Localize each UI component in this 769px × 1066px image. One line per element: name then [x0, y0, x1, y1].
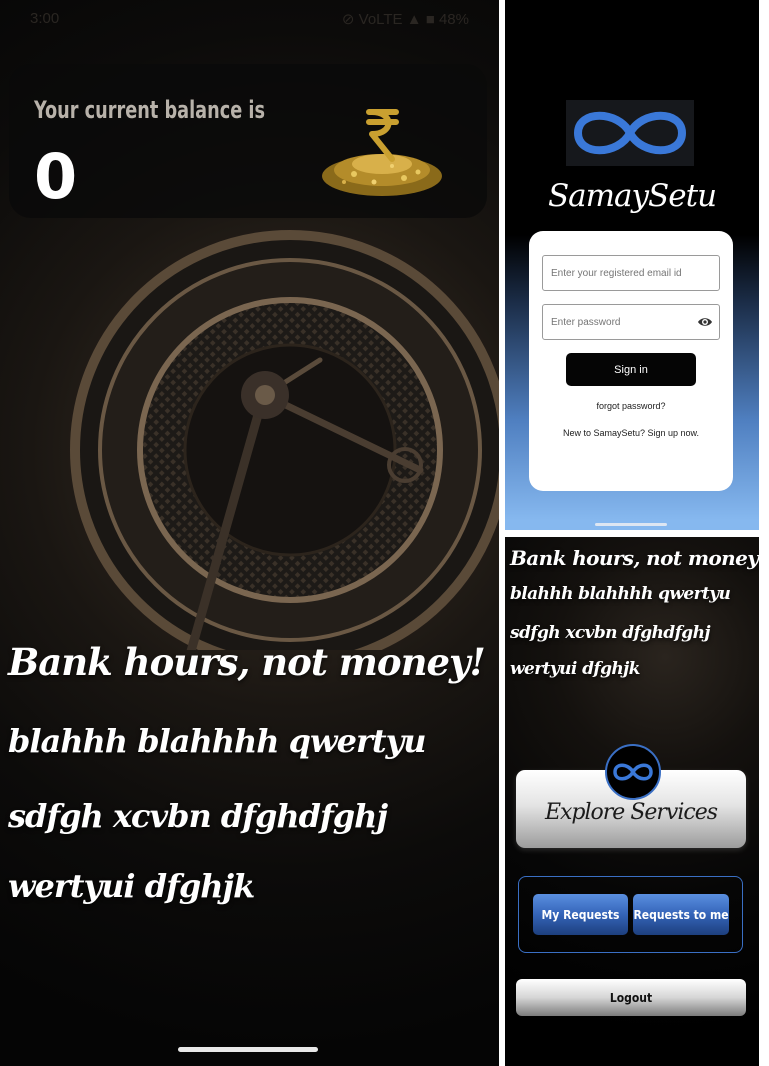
- clock-dial-image: [70, 230, 499, 650]
- my-requests-button[interactable]: My Requests: [533, 894, 628, 935]
- brand-name: SamaySetu: [547, 178, 717, 214]
- home-indicator[interactable]: [595, 523, 667, 526]
- balance-label: Your current balance is: [34, 96, 266, 124]
- home-screen: Bank hours, not money! blahhh blahhhh qw…: [505, 537, 759, 1066]
- tagline-line: sdfgh xcvbn dfghdfghj: [8, 797, 388, 835]
- tagline-line: blahhh blahhhh qwertyu: [8, 722, 426, 760]
- tagline-line: wertyui dfghjk: [510, 659, 640, 679]
- tagline-line: blahhh blahhhh qwertyu: [510, 584, 731, 604]
- explore-logo: [605, 744, 661, 800]
- tagline-headline: Bank hours, not money!: [510, 546, 759, 570]
- email-field[interactable]: [542, 255, 720, 291]
- balance-card: Your current balance is 0: [9, 64, 487, 218]
- tagline-headline: Bank hours, not money!: [8, 640, 486, 684]
- explore-services-label: Explore Services: [544, 800, 718, 825]
- login-screen: SamaySetu Sign in forgot password? New t…: [505, 0, 759, 530]
- status-time: 3:00: [30, 10, 60, 27]
- password-field[interactable]: [542, 304, 720, 340]
- rupee-coins-icon: [322, 109, 442, 196]
- balance-screen: 3:00 ⊘ VoLTE ▲ ■ 48% Your current balanc…: [0, 0, 499, 1066]
- signup-link[interactable]: New to SamaySetu? Sign up now.: [529, 428, 733, 438]
- forgot-password-link[interactable]: forgot password?: [529, 401, 733, 411]
- infinity-logo-icon: [573, 111, 687, 155]
- status-indicators: ⊘ VoLTE ▲ ■ 48%: [341, 11, 469, 28]
- infinity-logo-icon: [613, 763, 653, 781]
- logout-button[interactable]: Logout: [516, 979, 746, 1016]
- app-logo: [566, 100, 694, 166]
- status-bar: 3:00 ⊘ VoLTE ▲ ■ 48%: [30, 10, 469, 30]
- login-card: Sign in forgot password? New to SamaySet…: [529, 231, 733, 491]
- tagline-line: sdfgh xcvbn dfghdfghj: [510, 623, 711, 643]
- eye-icon[interactable]: [697, 315, 713, 329]
- balance-value: 0: [34, 140, 78, 213]
- home-indicator[interactable]: [178, 1047, 318, 1052]
- tagline-line: wertyui dfghjk: [8, 867, 255, 905]
- requests-panel: My Requests Requests to me: [518, 876, 743, 953]
- sign-in-button[interactable]: Sign in: [566, 353, 696, 386]
- requests-to-me-button[interactable]: Requests to me: [633, 894, 729, 935]
